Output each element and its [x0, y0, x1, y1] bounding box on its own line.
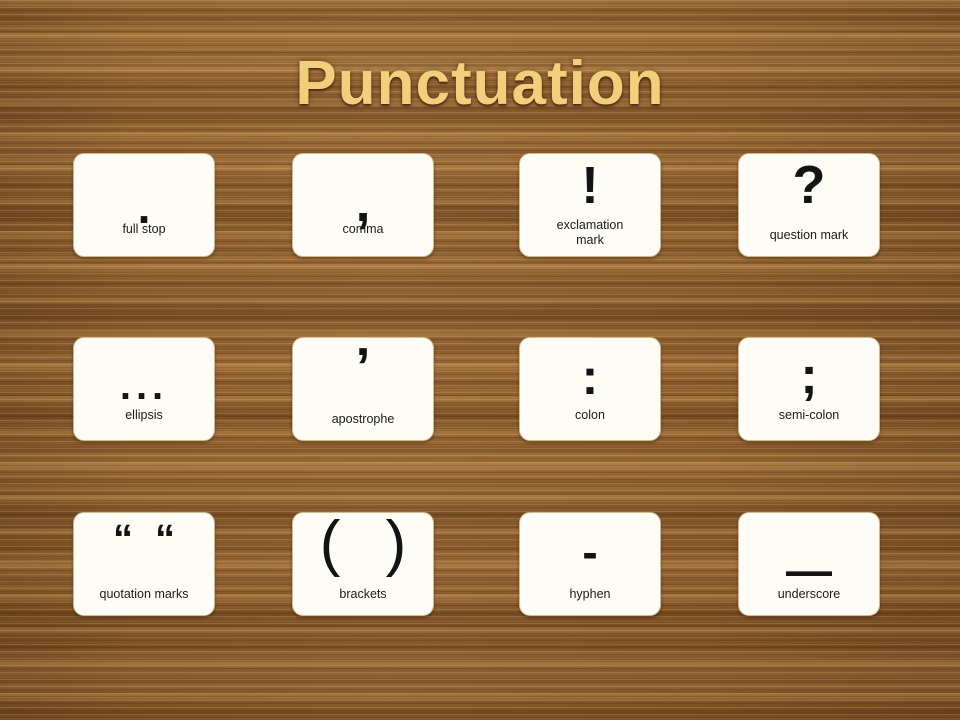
punctuation-card-label: colon — [575, 408, 605, 422]
punctuation-card-brackets[interactable]: ( ) brackets — [292, 512, 434, 616]
punctuation-card-quotation-marks[interactable]: ““ quotation marks — [73, 512, 215, 616]
hyphen-glyph: - — [582, 526, 598, 578]
punctuation-card-label: ellipsis — [125, 408, 163, 422]
punctuation-card-semi-colon[interactable]: ; semi-colon — [738, 337, 880, 441]
punctuation-card-comma[interactable]: , comma — [292, 153, 434, 257]
slide-canvas: Punctuation . full stop , comma ! exclam… — [0, 0, 960, 720]
brackets-glyph: ( ) — [319, 509, 421, 578]
page-title: Punctuation — [295, 49, 665, 118]
punctuation-card-label: underscore — [777, 587, 841, 601]
exclamation-mark-glyph: ! — [581, 157, 599, 215]
punctuation-card-label: semi-colon — [778, 408, 840, 422]
punctuation-card-question-mark[interactable]: ? question mark — [738, 153, 880, 257]
punctuation-card-ellipsis[interactable]: ... ellipsis — [73, 337, 215, 441]
punctuation-card-label: hyphen — [569, 587, 611, 601]
punctuation-card-label: exclamation mark — [556, 218, 624, 247]
semi-colon-glyph: ; — [800, 347, 818, 405]
apostrophe-glyph: ’ — [355, 337, 371, 397]
punctuation-card-hyphen[interactable]: - hyphen — [519, 512, 661, 616]
punctuation-card-full-stop[interactable]: . full stop — [73, 153, 215, 257]
punctuation-card-label: comma — [342, 222, 384, 236]
punctuation-card-label: quotation marks — [99, 587, 189, 601]
punctuation-card-label: question mark — [769, 228, 849, 242]
ellipsis-glyph: ... — [119, 364, 169, 408]
punctuation-card-exclamation-mark[interactable]: ! exclamation mark — [519, 153, 661, 257]
colon-glyph: : — [581, 349, 599, 405]
question-mark-glyph: ? — [792, 155, 826, 215]
punctuation-card-colon[interactable]: : colon — [519, 337, 661, 441]
punctuation-card-underscore[interactable]: — underscore — [738, 512, 880, 616]
quotation-marks-glyph: ““ — [113, 517, 197, 561]
punctuation-card-label: full stop — [122, 222, 166, 236]
punctuation-card-label: apostrophe — [331, 412, 395, 426]
punctuation-card-apostrophe[interactable]: ’ apostrophe — [292, 337, 434, 441]
punctuation-card-label: brackets — [339, 587, 387, 601]
